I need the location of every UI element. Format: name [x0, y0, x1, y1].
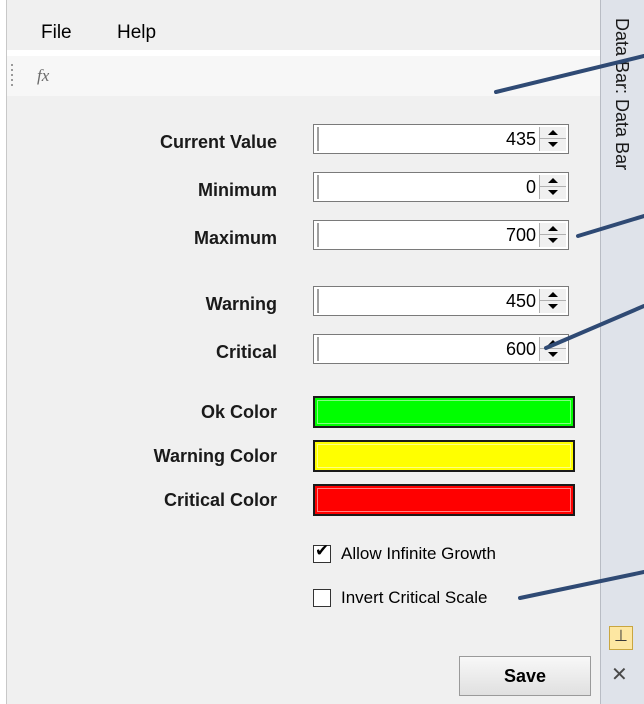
minimum-spinner[interactable]: 0: [313, 172, 569, 202]
spin-up-button[interactable]: [540, 223, 566, 235]
warning-label: Warning: [205, 294, 277, 314]
arrow-up-icon: [548, 340, 558, 345]
editor-window: File Help fx Current Value 435 Minimum 0…: [6, 0, 601, 704]
spin-down-button[interactable]: [540, 301, 566, 313]
close-icon[interactable]: ✕: [611, 664, 628, 684]
grip-icon[interactable]: [11, 64, 13, 88]
properties-panel: Current Value 435 Minimum 0 Maximum 700: [7, 96, 601, 704]
spinner-buttons: [539, 175, 566, 199]
spinner-edge: [317, 289, 319, 313]
arrow-up-icon: [548, 292, 558, 297]
swatch-highlight: [317, 400, 571, 424]
save-button[interactable]: Save: [459, 656, 591, 696]
critical-color-label: Critical Color: [163, 490, 277, 510]
side-panel-tab[interactable]: Data Bar: Data Bar ⊥ ✕: [600, 0, 644, 704]
spinner-edge: [317, 127, 319, 151]
swatch-highlight: [317, 488, 571, 512]
critical-spinner[interactable]: 600: [313, 334, 569, 364]
warning-color-label: Warning Color: [153, 446, 277, 466]
menu-help[interactable]: Help: [117, 22, 156, 44]
critical-color-swatch[interactable]: [313, 484, 575, 516]
current-value-spinner[interactable]: 435: [313, 124, 569, 154]
arrow-down-icon: [548, 304, 558, 309]
critical-input[interactable]: 600: [506, 339, 536, 360]
spin-down-button[interactable]: [540, 235, 566, 247]
spin-down-button[interactable]: [540, 139, 566, 151]
side-panel-title[interactable]: Data Bar: Data Bar: [611, 18, 632, 170]
spinner-edge: [317, 337, 319, 361]
arrow-up-icon: [548, 178, 558, 183]
spinner-edge: [317, 223, 319, 247]
spinner-edge: [317, 175, 319, 199]
allow-infinite-growth-label: Allow Infinite Growth: [341, 544, 496, 563]
arrow-up-icon: [548, 226, 558, 231]
maximum-input[interactable]: 700: [506, 225, 536, 246]
warning-input[interactable]: 450: [506, 291, 536, 312]
spin-up-button[interactable]: [540, 289, 566, 301]
menu-file[interactable]: File: [41, 22, 72, 44]
minimum-label: Minimum: [198, 180, 277, 200]
critical-label: Critical: [215, 342, 277, 362]
ok-color-label: Ok Color: [200, 402, 277, 422]
formula-bar[interactable]: fx: [7, 56, 601, 96]
warning-spinner[interactable]: 450: [313, 286, 569, 316]
swatch-highlight: [317, 444, 571, 468]
current-value-label: Current Value: [159, 132, 277, 152]
spinner-buttons: [539, 289, 566, 313]
function-icon: fx: [37, 66, 50, 85]
menu-bar: File Help: [7, 0, 601, 50]
spin-down-button[interactable]: [540, 349, 566, 361]
invert-critical-scale-checkbox[interactable]: [313, 589, 331, 607]
arrow-down-icon: [548, 190, 558, 195]
arrow-down-icon: [548, 142, 558, 147]
arrow-down-icon: [548, 352, 558, 357]
spin-up-button[interactable]: [540, 175, 566, 187]
minimum-input[interactable]: 0: [526, 177, 536, 198]
spinner-buttons: [539, 337, 566, 361]
current-value-input[interactable]: 435: [506, 129, 536, 150]
check-icon: ✔: [315, 541, 330, 561]
pin-icon[interactable]: ⊥: [609, 626, 633, 650]
invert-critical-scale-label: Invert Critical Scale: [341, 588, 488, 607]
spinner-buttons: [539, 127, 566, 151]
maximum-label: Maximum: [193, 228, 277, 248]
spin-down-button[interactable]: [540, 187, 566, 199]
warning-color-swatch[interactable]: [313, 440, 575, 472]
allow-infinite-growth-checkbox[interactable]: ✔: [313, 541, 331, 563]
spin-up-button[interactable]: [540, 127, 566, 139]
arrow-up-icon: [548, 130, 558, 135]
arrow-down-icon: [548, 238, 558, 243]
spin-up-button[interactable]: [540, 337, 566, 349]
maximum-spinner[interactable]: 700: [313, 220, 569, 250]
pin-glyph: ⊥: [614, 626, 628, 645]
ok-color-swatch[interactable]: [313, 396, 575, 428]
spinner-buttons: [539, 223, 566, 247]
